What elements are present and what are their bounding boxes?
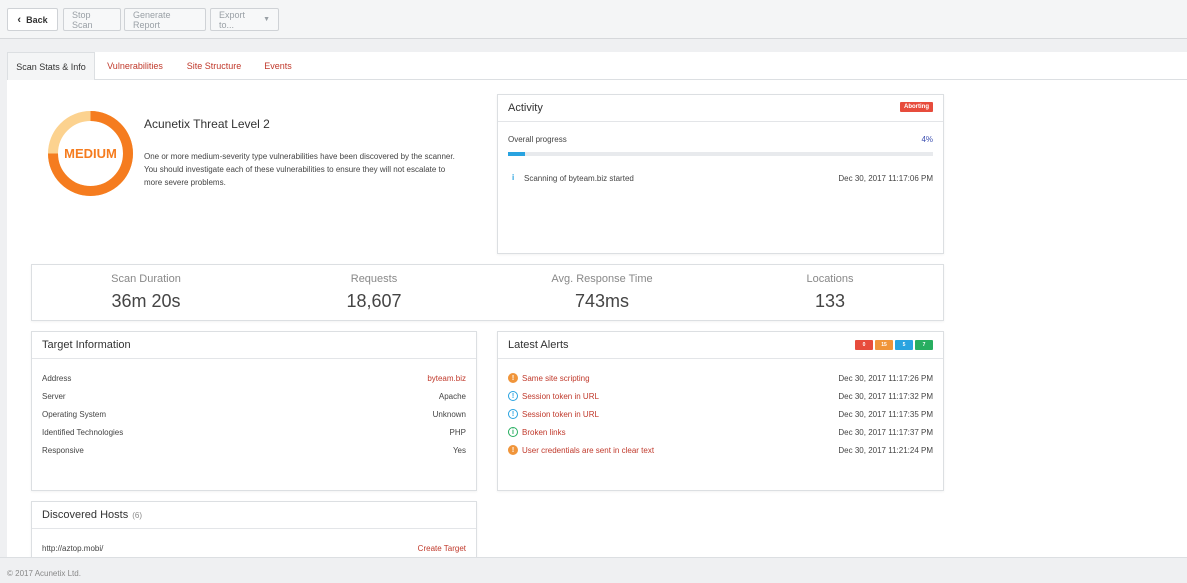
info-key: Address xyxy=(42,374,72,383)
alert-time: Dec 30, 2017 11:21:24 PM xyxy=(838,446,933,455)
discovered-hosts-title: Discovered Hosts (6) xyxy=(32,502,476,529)
alert-name-link[interactable]: Same site scripting xyxy=(522,374,590,383)
info-key: Operating System xyxy=(42,410,107,419)
stat-label: Requests xyxy=(350,273,398,285)
tab-site-structure[interactable]: Site Structure xyxy=(181,52,247,80)
alert-count-badges: 0 15 5 7 xyxy=(855,340,933,350)
stat-scan-duration: Scan Duration 36m 20s xyxy=(32,265,260,322)
progress-bar xyxy=(508,152,933,156)
alert-name-link[interactable]: Session token in URL xyxy=(522,410,599,419)
info-count-badge: 7 xyxy=(915,340,933,350)
alert-row: ! Session token in URL Dec 30, 2017 11:1… xyxy=(508,409,933,422)
info-key: Responsive xyxy=(42,446,84,455)
stat-value: 133 xyxy=(814,291,846,311)
export-to-button[interactable]: Export to... ▼ xyxy=(210,8,279,31)
info-row-server: Server Apache xyxy=(42,392,466,404)
info-key: Identified Technologies xyxy=(42,428,124,437)
discovered-hosts-label: Discovered Hosts xyxy=(42,509,129,521)
info-value: Yes xyxy=(452,446,466,455)
tab-bar: Scan Stats & Info Vulnerabilities Site S… xyxy=(7,52,1187,81)
stop-scan-button[interactable]: Stop Scan xyxy=(63,8,121,31)
activity-panel: Activity Aborting Overall progress 4% i … xyxy=(497,94,944,254)
main-content: MEDIUM Acunetix Threat Level 2 One or mo… xyxy=(7,80,1187,557)
discovered-hosts-count: (6) xyxy=(132,510,142,520)
generate-report-label: Generate Report xyxy=(133,9,171,30)
stop-scan-label: Stop Scan xyxy=(72,9,93,30)
info-icon: i xyxy=(512,173,515,182)
discovered-hosts-panel: Discovered Hosts (6) http://aztop.mobi/ … xyxy=(31,501,477,557)
alert-row: ! Session token in URL Dec 30, 2017 11:1… xyxy=(508,391,933,404)
alert-row: ! User credentials are sent in clear tex… xyxy=(508,445,933,458)
tab-events[interactable]: Events xyxy=(258,52,298,80)
copyright: © 2017 Acunetix Ltd. xyxy=(7,569,81,578)
tab-scan-stats[interactable]: Scan Stats & Info xyxy=(7,52,95,81)
info-row-address: Address byteam.biz xyxy=(42,374,466,386)
toolbar: ‹ Back Stop Scan Generate Report Export … xyxy=(0,0,1187,39)
stat-value: 18,607 xyxy=(346,291,402,311)
back-button[interactable]: ‹ Back xyxy=(7,8,58,31)
target-information-panel: Target Information Address byteam.biz Se… xyxy=(31,331,477,491)
activity-event-time: Dec 30, 2017 11:17:06 PM xyxy=(838,174,933,183)
alert-row: i Broken links Dec 30, 2017 11:17:37 PM xyxy=(508,427,933,440)
host-url: http://aztop.mobi/ xyxy=(42,544,104,553)
overall-progress-percent: 4% xyxy=(921,135,933,144)
export-to-label: Export to... xyxy=(219,9,246,30)
high-count-badge: 0 xyxy=(855,340,873,350)
latest-alerts-panel: Latest Alerts 0 15 5 7 ! Same site scrip… xyxy=(497,331,944,491)
info-row-technologies: Identified Technologies PHP xyxy=(42,428,466,440)
stat-label: Locations xyxy=(806,273,854,285)
info-icon: i xyxy=(508,427,518,437)
status-badge: Aborting xyxy=(900,102,933,112)
warning-icon: ! xyxy=(508,409,518,419)
alert-time: Dec 30, 2017 11:17:26 PM xyxy=(838,374,933,383)
low-count-badge: 5 xyxy=(895,340,913,350)
alert-row: ! Same site scripting Dec 30, 2017 11:17… xyxy=(508,373,933,386)
back-label: Back xyxy=(26,14,48,25)
stat-avg-response-time: Avg. Response Time 743ms xyxy=(488,265,716,322)
info-value: Unknown xyxy=(432,410,466,419)
overall-progress-label: Overall progress xyxy=(508,135,567,144)
alert-name-link[interactable]: Broken links xyxy=(522,428,566,437)
caret-down-icon: ▼ xyxy=(263,16,270,23)
info-row-os: Operating System Unknown xyxy=(42,410,466,422)
info-row-responsive: Responsive Yes xyxy=(42,446,466,458)
target-information-title: Target Information xyxy=(32,332,476,359)
stat-label: Scan Duration xyxy=(111,273,181,285)
info-value: Apache xyxy=(438,392,466,401)
threat-title: Acunetix Threat Level 2 xyxy=(144,117,270,131)
threat-level-label: MEDIUM xyxy=(64,146,117,161)
warning-icon: ! xyxy=(508,373,518,383)
activity-event-text: Scanning of byteam.biz started xyxy=(524,174,634,183)
tab-vulnerabilities[interactable]: Vulnerabilities xyxy=(100,52,170,80)
scan-stats-panel: Scan Duration 36m 20s Requests 18,607 Av… xyxy=(31,264,944,321)
medium-count-badge: 15 xyxy=(875,340,893,350)
alert-time: Dec 30, 2017 11:17:37 PM xyxy=(838,428,933,437)
alert-name-link[interactable]: User credentials are sent in clear text xyxy=(522,446,654,455)
info-key: Server xyxy=(42,392,66,401)
chevron-left-icon: ‹ xyxy=(17,13,22,26)
alert-time: Dec 30, 2017 11:17:35 PM xyxy=(838,410,933,419)
activity-title: Activity xyxy=(498,95,943,122)
alert-name-link[interactable]: Session token in URL xyxy=(522,392,599,401)
generate-report-button[interactable]: Generate Report xyxy=(124,8,206,31)
progress-bar-fill xyxy=(508,152,525,156)
threat-level-gauge: MEDIUM xyxy=(48,111,133,196)
address-link[interactable]: byteam.biz xyxy=(427,374,466,383)
footer: © 2017 Acunetix Ltd. xyxy=(0,557,1187,583)
stat-locations: Locations 133 xyxy=(716,265,944,322)
threat-description: One or more medium-severity type vulnera… xyxy=(144,152,455,187)
stat-label: Avg. Response Time xyxy=(551,273,653,285)
warning-icon: ! xyxy=(508,445,518,455)
info-value: PHP xyxy=(449,428,466,437)
stat-value: 36m 20s xyxy=(111,291,181,311)
create-target-link[interactable]: Create Target xyxy=(418,544,466,553)
stat-requests: Requests 18,607 xyxy=(260,265,488,322)
warning-icon: ! xyxy=(508,391,518,401)
alert-time: Dec 30, 2017 11:17:32 PM xyxy=(838,392,933,401)
stat-value: 743ms xyxy=(574,291,630,311)
